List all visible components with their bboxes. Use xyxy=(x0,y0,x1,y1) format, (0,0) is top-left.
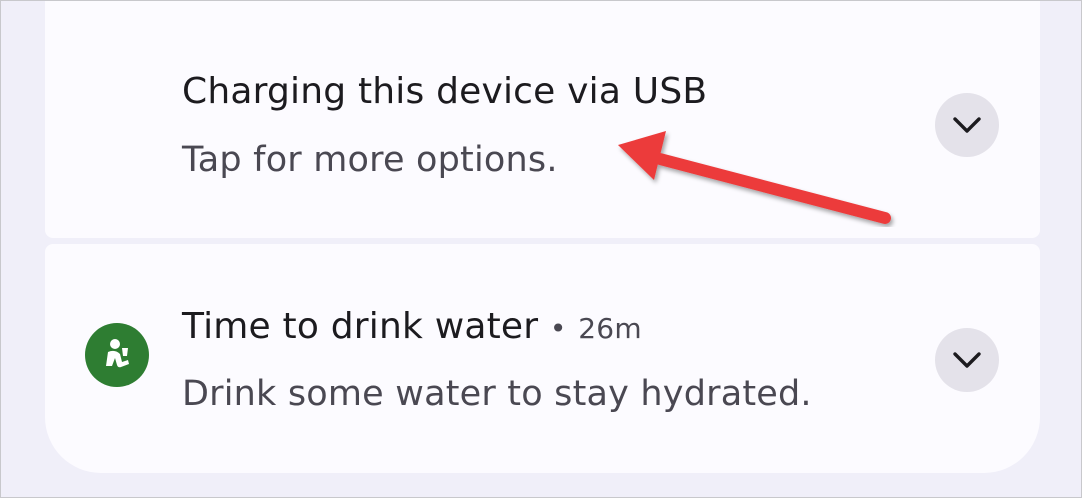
drinking-person-icon xyxy=(106,339,129,368)
notification-title-text: Time to drink water xyxy=(182,306,539,347)
chevron-down-icon xyxy=(953,117,981,133)
notification-shade: Charging this device via USB Tap for mor… xyxy=(0,0,1082,498)
app-icon xyxy=(85,323,149,387)
notification-title: Time to drink water • 26m xyxy=(182,306,642,347)
expand-button[interactable] xyxy=(935,328,999,392)
notification-title: Charging this device via USB xyxy=(182,71,708,112)
notification-drink-water[interactable]: Time to drink water • 26m Drink some wat… xyxy=(45,244,1040,473)
expand-button[interactable] xyxy=(935,93,999,157)
notification-subtitle: Tap for more options. xyxy=(182,140,558,180)
notification-time: 26m xyxy=(578,312,642,345)
chevron-down-icon xyxy=(953,352,981,368)
notification-usb-charging[interactable]: Charging this device via USB Tap for mor… xyxy=(45,1,1040,238)
separator-dot: • xyxy=(549,312,567,345)
notification-subtitle: Drink some water to stay hydrated. xyxy=(182,374,812,414)
